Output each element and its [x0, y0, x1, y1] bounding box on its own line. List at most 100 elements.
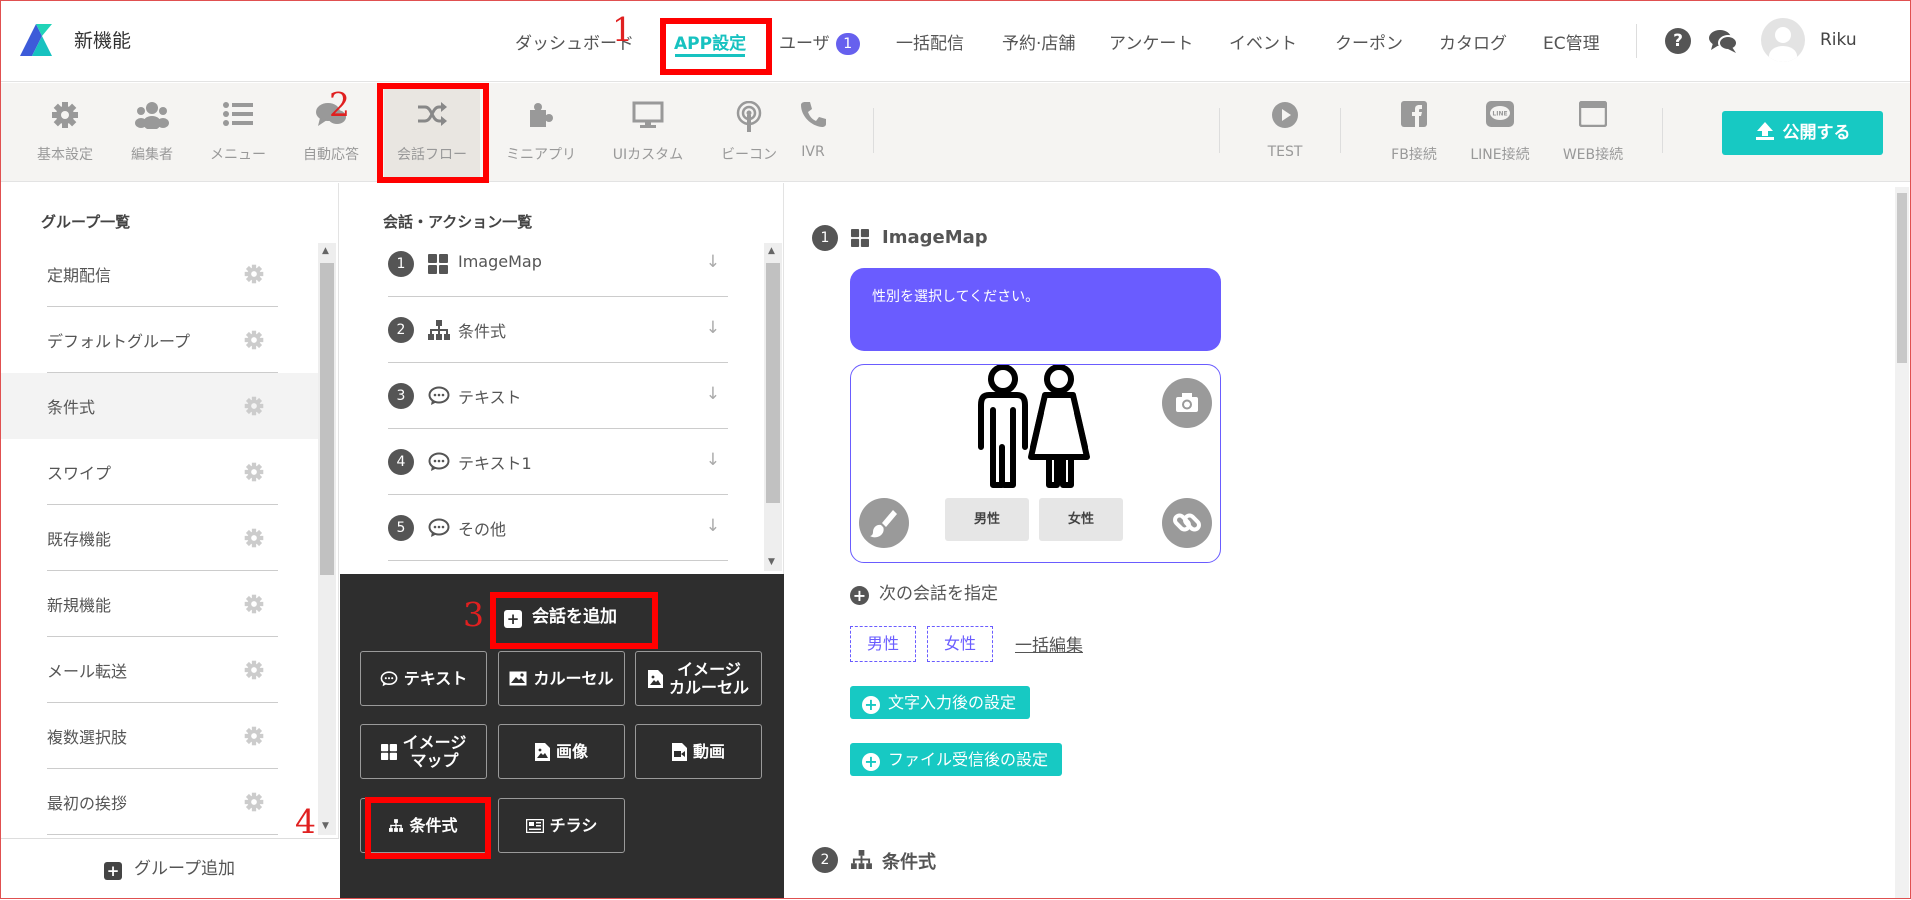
option-female-button[interactable]: 女性 — [1039, 498, 1123, 541]
gear-icon[interactable] — [244, 792, 264, 812]
grid-icon — [851, 229, 869, 247]
arrow-down-icon[interactable]: ↓ — [706, 516, 720, 536]
action-text-button[interactable]: テキスト — [360, 651, 487, 706]
group-item-selected[interactable]: 条件式 — [0, 373, 318, 439]
paint-button[interactable] — [859, 498, 909, 548]
group-list-title: グループ一覧 — [41, 213, 131, 231]
nav-app-settings[interactable]: APP設定 — [674, 29, 746, 54]
gear-icon[interactable] — [244, 528, 264, 548]
toolbar-editors[interactable]: 編集者 — [107, 83, 197, 182]
group-add-button[interactable]: + グループ追加 — [0, 838, 339, 899]
conversation-item[interactable]: 3 テキスト ↓ — [388, 363, 728, 429]
sitemap-icon — [389, 819, 404, 832]
bulk-edit-link[interactable]: 一括編集 — [1015, 631, 1083, 656]
group-item[interactable]: 定期配信 — [0, 241, 318, 307]
publish-button[interactable]: 公開する — [1722, 111, 1883, 155]
arrow-down-icon[interactable]: ↓ — [706, 450, 720, 470]
nav-coupon[interactable]: クーポン — [1335, 29, 1403, 54]
toolbar-ui-custom[interactable]: UIカスタム — [603, 83, 693, 182]
action-imagemap-button[interactable]: イメージ マップ — [360, 724, 487, 779]
conversation-item[interactable]: 4 テキスト1 ↓ — [388, 429, 728, 495]
scroll-up-arrow[interactable]: ▲ — [768, 246, 775, 256]
conversation-item[interactable]: 5 その他 ↓ — [388, 495, 728, 561]
username[interactable]: Riku — [1820, 30, 1857, 50]
toolbar-web-connect[interactable]: WEB接続 — [1548, 83, 1638, 182]
group-item[interactable]: デフォルトグループ — [0, 307, 318, 373]
camera-icon — [1176, 393, 1198, 412]
nav-catalog[interactable]: カタログ — [1439, 29, 1507, 54]
toolbar-line-connect[interactable]: LINE LINE接続 — [1455, 83, 1545, 182]
camera-button[interactable] — [1162, 378, 1212, 428]
grid-icon — [380, 743, 397, 760]
toolbar-basic-settings[interactable]: 基本設定 — [20, 83, 110, 182]
gear-icon[interactable] — [244, 462, 264, 482]
nav-reservation-store[interactable]: 予約·店舗 — [1002, 29, 1075, 54]
gear-icon[interactable] — [244, 396, 264, 416]
toolbar-fb-connect[interactable]: FB接続 — [1369, 83, 1459, 182]
after-text-input-settings-button[interactable]: + 文字入力後の設定 — [850, 686, 1031, 719]
conversation-item[interactable]: 2 条件式 ↓ — [388, 297, 728, 363]
group-item[interactable]: 既存機能 — [0, 505, 318, 571]
plus-circle-icon: + — [850, 586, 869, 605]
toolbar-menu[interactable]: メニュー — [193, 83, 283, 182]
nav-bulk-delivery[interactable]: 一括配信 — [896, 29, 964, 54]
question-circle-icon[interactable]: ? — [1665, 28, 1691, 54]
app-logo[interactable] — [18, 22, 54, 58]
group-item[interactable]: 最初の挨拶 — [0, 769, 318, 835]
action-condition-button[interactable]: 条件式 — [360, 798, 487, 853]
toolbar-ivr[interactable]: IVR — [778, 83, 848, 182]
plus-circle-icon: + — [862, 753, 880, 771]
scroll-up-arrow[interactable]: ▲ — [322, 246, 329, 256]
group-item[interactable]: スワイプ — [0, 439, 318, 505]
link-button[interactable] — [1162, 498, 1212, 548]
nav-survey[interactable]: アンケート — [1109, 29, 1193, 54]
gear-icon[interactable] — [244, 726, 264, 746]
detail-scroll-thumb[interactable] — [1897, 193, 1907, 363]
nav-ec-management[interactable]: EC管理 — [1543, 29, 1600, 54]
plus-icon: + — [504, 610, 522, 628]
conversation-item[interactable]: 1 ImageMap ↓ — [388, 231, 728, 297]
scroll-down-arrow[interactable]: ▼ — [322, 821, 329, 831]
group-item[interactable]: メール転送 — [0, 637, 318, 703]
group-list-scroll-thumb[interactable] — [320, 263, 334, 575]
imagemap-card[interactable]: 男性 女性 — [850, 364, 1221, 563]
image-icon — [509, 671, 527, 686]
message-bubble[interactable]: 性別を選択してください。 — [850, 268, 1221, 351]
toolbar-mini-app[interactable]: ミニアプリ — [496, 83, 586, 182]
gear-icon[interactable] — [244, 594, 264, 614]
arrow-down-icon[interactable]: ↓ — [706, 318, 720, 338]
scroll-down-arrow[interactable]: ▼ — [768, 557, 775, 567]
next-conversation-link[interactable]: + 次の会話を指定 — [850, 579, 998, 605]
arrow-down-icon[interactable]: ↓ — [706, 384, 720, 404]
action-label: カルーセル — [533, 668, 614, 688]
gear-icon[interactable] — [244, 660, 264, 680]
plus-icon: + — [104, 862, 122, 880]
toolbar-test[interactable]: TEST — [1240, 83, 1330, 182]
nav-event[interactable]: イベント — [1229, 29, 1297, 54]
action-carousel-button[interactable]: カルーセル — [498, 651, 625, 706]
group-list: 定期配信 デフォルトグループ 条件式 スワイプ 既存機能 新規機能 メール転送 … — [0, 241, 318, 835]
avatar[interactable] — [1761, 18, 1805, 62]
action-label: チラシ — [549, 815, 598, 835]
option-male-button[interactable]: 男性 — [945, 498, 1029, 541]
group-item[interactable]: 新規機能 — [0, 571, 318, 637]
group-label: 新規機能 — [47, 596, 112, 615]
group-label: 条件式 — [47, 398, 96, 417]
tag-male[interactable]: 男性 — [850, 626, 916, 662]
after-file-receive-settings-button[interactable]: + ファイル受信後の設定 — [850, 743, 1063, 776]
gear-icon[interactable] — [244, 264, 264, 284]
action-video-button[interactable]: 動画 — [635, 724, 762, 779]
action-image-carousel-button[interactable]: イメージ カルーセル — [635, 651, 762, 706]
toolbar-conversation-flow[interactable]: 会話フロー — [384, 83, 480, 182]
action-image-button[interactable]: 画像 — [498, 724, 625, 779]
group-item[interactable]: 複数選択肢 — [0, 703, 318, 769]
action-flyer-button[interactable]: チラシ — [498, 798, 625, 853]
chat-bubbles-icon[interactable] — [1708, 28, 1738, 54]
nav-users-label: ユーザ — [779, 34, 830, 54]
nav-users[interactable]: ユーザ 1 — [779, 29, 860, 55]
gear-icon[interactable] — [244, 330, 264, 350]
arrow-down-icon[interactable]: ↓ — [706, 252, 720, 272]
conversation-list-scroll-thumb[interactable] — [766, 263, 780, 503]
add-conversation-button[interactable]: + 会話を追加 — [504, 602, 617, 628]
tag-female[interactable]: 女性 — [927, 626, 993, 662]
